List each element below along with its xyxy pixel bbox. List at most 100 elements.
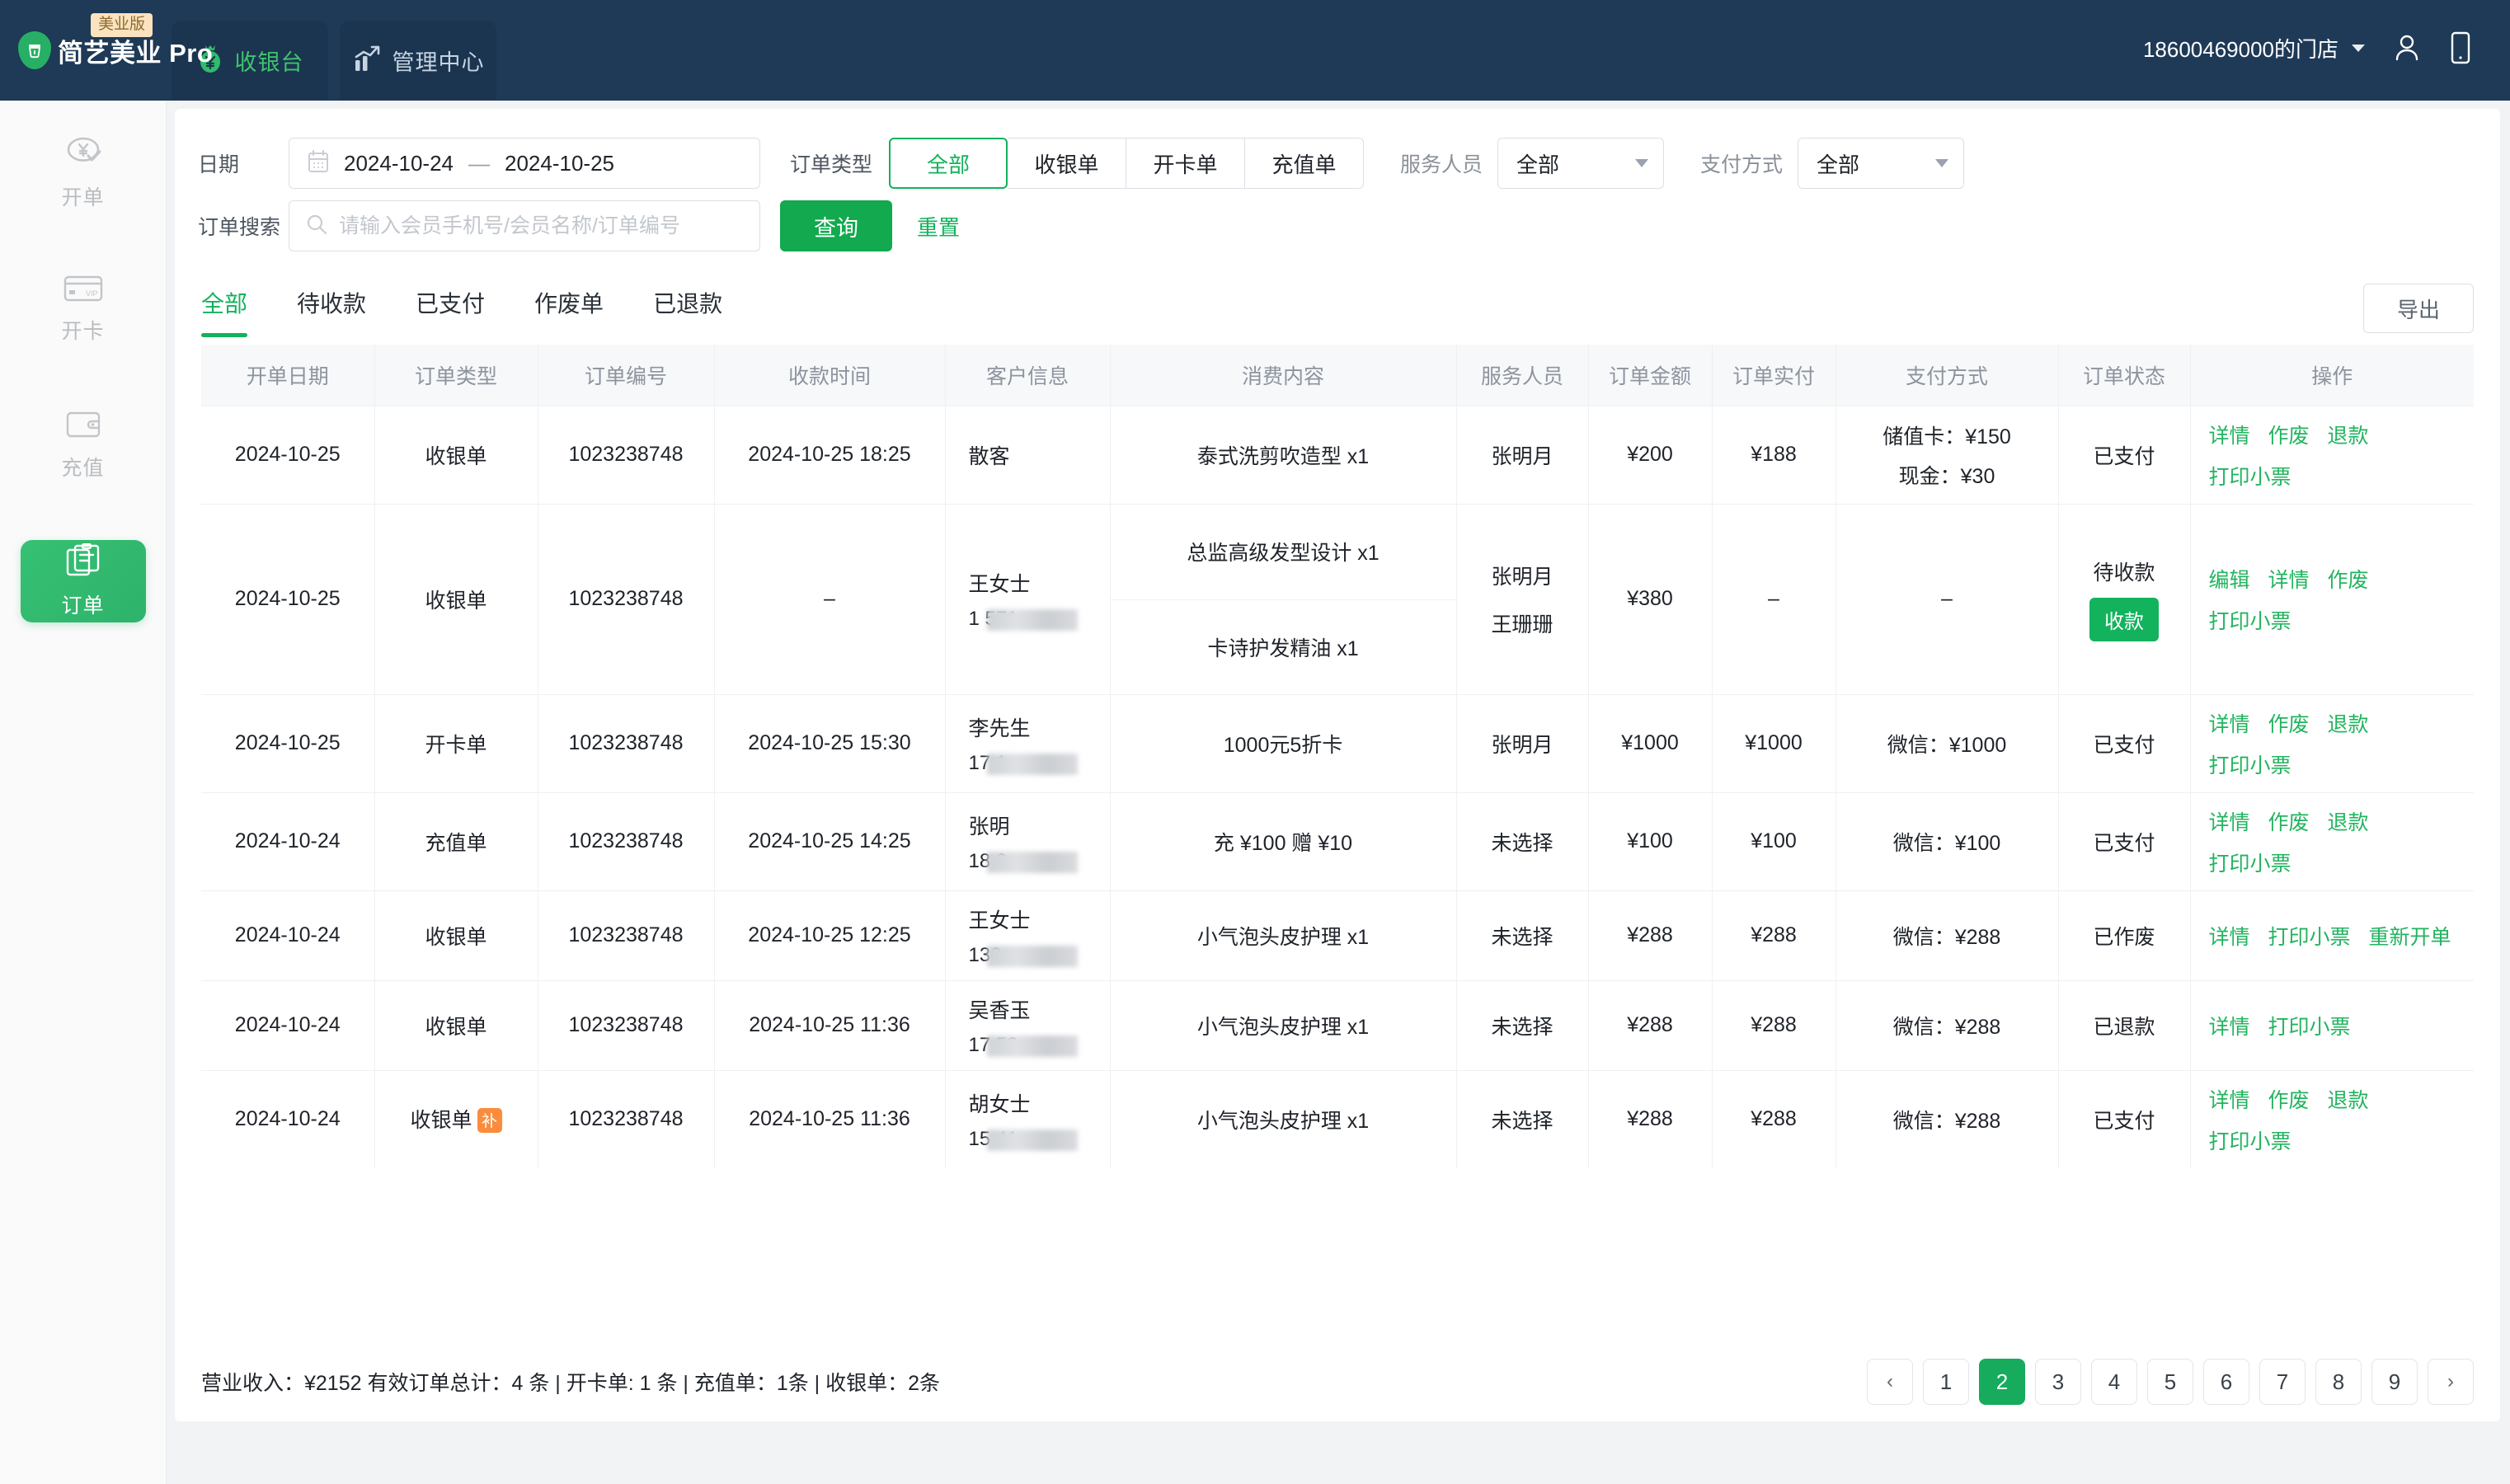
pagination-page-4[interactable]: 4 (2091, 1359, 2137, 1405)
cell-date: 2024-10-25 (201, 504, 374, 694)
store-name-label: 18600469000的门店 (2143, 33, 2338, 63)
tab-pending-payment[interactable]: 待收款 (297, 279, 366, 337)
item-line: 总监高级发型设计 x1 (1111, 505, 1456, 599)
pagination-page-9[interactable]: 9 (2371, 1359, 2418, 1405)
vip-card-icon: VIP (63, 274, 103, 308)
reset-button[interactable]: 重置 (917, 211, 960, 242)
action-link[interactable]: 打印小票 (2268, 1011, 2351, 1040)
action-link[interactable]: 详情 (2209, 420, 2250, 449)
cell-order-type: 充值单 (374, 792, 538, 890)
pagination-page-2[interactable]: 2 (1979, 1359, 2025, 1405)
action-link[interactable]: 打印小票 (2268, 921, 2351, 951)
action-link[interactable]: 作废 (2268, 708, 2310, 738)
pagination-page-6[interactable]: 6 (2203, 1359, 2249, 1405)
cell-amount: ¥288 (1588, 1070, 1712, 1168)
cell-payment: 微信：¥288 (1835, 980, 2058, 1070)
cell-date: 2024-10-24 (201, 1070, 374, 1168)
cell-payment: 微信：¥1000 (1835, 694, 2058, 792)
table-row: 2024-10-24收银单10232387482024-10-25 11:36吴… (201, 980, 2474, 1070)
action-link[interactable]: 作废 (2328, 564, 2369, 594)
payment-filter-select[interactable]: 全部 (1798, 138, 1964, 189)
order-list-icon (65, 543, 101, 582)
cell-pay-time: 2024-10-25 14:25 (714, 792, 945, 890)
action-link[interactable]: 重新开单 (2369, 921, 2451, 951)
app-logo-icon (18, 31, 51, 69)
sidebar-item-kaika[interactable]: VIP 开卡 (21, 268, 146, 350)
wallet-icon (65, 409, 101, 444)
nav-tab-management-label: 管理中心 (392, 45, 485, 77)
cell-paid: ¥288 (1712, 1070, 1835, 1168)
action-link[interactable]: 打印小票 (2209, 848, 2291, 877)
action-link[interactable]: 详情 (2209, 1011, 2250, 1040)
action-link[interactable]: 打印小票 (2209, 749, 2291, 779)
status-badge: 已退款 (2093, 1011, 2155, 1040)
search-input[interactable] (339, 214, 743, 238)
cell-items: 泰式洗剪吹造型 x1 (1110, 406, 1456, 504)
order-type-option-card[interactable]: 开卡单 (1126, 138, 1245, 189)
collect-payment-button[interactable]: 收款 (2089, 598, 2159, 641)
cell-order-no: 1023238748 (538, 980, 714, 1070)
customer-name: 李先生 (969, 712, 1031, 742)
pagination-next[interactable]: › (2428, 1359, 2474, 1405)
action-link[interactable]: 详情 (2268, 564, 2310, 594)
cell-order-no: 1023238748 (538, 504, 714, 694)
pagination-page-3[interactable]: 3 (2035, 1359, 2081, 1405)
action-link[interactable]: 作废 (2268, 806, 2310, 836)
staff-name: 王珊珊 (1491, 608, 1553, 638)
tab-voided[interactable]: 作废单 (534, 279, 604, 337)
staff-filter-label: 服务人员 (1400, 148, 1483, 178)
sidebar-item-kaidan[interactable]: 开单 (21, 132, 146, 214)
top-bar: 简艺美业 Pro 美业版 收银台 (0, 0, 2510, 101)
action-link[interactable]: 详情 (2209, 921, 2250, 951)
store-selector[interactable]: 18600469000的门店 (2143, 33, 2365, 63)
action-link[interactable]: 退款 (2328, 1084, 2369, 1114)
pagination-prev[interactable]: ‹ (1867, 1359, 1913, 1405)
sidebar-item-kaika-label: 开卡 (61, 315, 104, 345)
sidebar-item-chongzhi[interactable]: 充值 (21, 404, 146, 486)
action-link[interactable]: 打印小票 (2209, 1125, 2291, 1155)
query-button[interactable]: 查询 (780, 200, 892, 251)
action-link[interactable]: 退款 (2328, 806, 2369, 836)
cell-customer: 王女士1 571 (945, 504, 1110, 694)
cell-items: 充 ¥100 赠 ¥10 (1110, 792, 1456, 890)
action-link[interactable]: 打印小票 (2209, 605, 2291, 635)
action-link[interactable]: 打印小票 (2209, 461, 2291, 491)
pagination-page-1[interactable]: 1 (1923, 1359, 1969, 1405)
cell-status: 已退款 (2058, 980, 2190, 1070)
pagination-page-7[interactable]: 7 (2259, 1359, 2306, 1405)
orders-table-wrap: 开单日期 订单类型 订单编号 收款时间 客户信息 消费内容 服务人员 订单金额 … (175, 345, 2500, 1168)
staff-filter-select[interactable]: 全部 (1497, 138, 1664, 189)
cell-amount: ¥1000 (1588, 694, 1712, 792)
pagination-page-8[interactable]: 8 (2315, 1359, 2362, 1405)
sidebar-item-dingdan[interactable]: 订单 (21, 540, 146, 622)
action-link[interactable]: 编辑 (2209, 564, 2250, 594)
order-type-option-recharge[interactable]: 充值单 (1245, 138, 1364, 189)
action-link[interactable]: 详情 (2209, 1084, 2250, 1114)
action-link[interactable]: 作废 (2268, 1084, 2310, 1114)
pagination-page-5[interactable]: 5 (2147, 1359, 2193, 1405)
export-button[interactable]: 导出 (2363, 284, 2474, 333)
customer-phone-masked: 1 571 (969, 608, 1018, 631)
order-type-option-all[interactable]: 全部 (889, 138, 1008, 189)
user-icon[interactable] (2393, 33, 2421, 63)
action-link[interactable]: 作废 (2268, 420, 2310, 449)
customer-name: 张明 (969, 810, 1010, 840)
date-range-picker[interactable]: 2024-10-24 — 2024-10-25 (289, 138, 760, 189)
nav-tab-management[interactable]: 管理中心 (340, 21, 496, 101)
tab-refunded[interactable]: 已退款 (653, 279, 722, 337)
cell-customer: 散客 (945, 406, 1110, 504)
order-search-box[interactable] (289, 200, 760, 251)
cell-status: 已作废 (2058, 890, 2190, 980)
action-link[interactable]: 详情 (2209, 806, 2250, 836)
date-filter-label: 日期 (198, 148, 289, 178)
cell-payment: 微信：¥288 (1835, 1070, 2058, 1168)
mobile-phone-icon[interactable] (2449, 31, 2472, 64)
action-link[interactable]: 详情 (2209, 708, 2250, 738)
action-link[interactable]: 退款 (2328, 708, 2369, 738)
order-type-option-cashier[interactable]: 收银单 (1008, 138, 1126, 189)
action-link[interactable]: 退款 (2328, 420, 2369, 449)
tab-all[interactable]: 全部 (201, 279, 247, 337)
calendar-icon (308, 150, 329, 177)
cell-paid: ¥288 (1712, 980, 1835, 1070)
tab-paid[interactable]: 已支付 (416, 279, 485, 337)
